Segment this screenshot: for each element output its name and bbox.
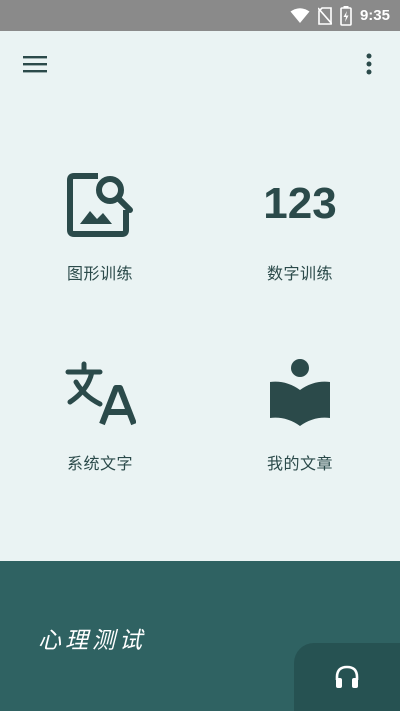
wifi-icon bbox=[290, 7, 310, 23]
headset-button[interactable] bbox=[294, 643, 400, 711]
app-bar bbox=[0, 31, 400, 99]
image-search-icon bbox=[67, 173, 133, 237]
tile-graphic-training[interactable]: 图形训练 bbox=[0, 168, 200, 338]
tile-label: 图形训练 bbox=[66, 264, 133, 283]
tile-my-articles[interactable]: 我的文章 bbox=[200, 358, 400, 528]
status-icons: 9:35 bbox=[290, 0, 390, 31]
translate-icon bbox=[65, 361, 136, 426]
psychological-test-title[interactable]: 心理测试 bbox=[38, 621, 146, 655]
status-time: 9:35 bbox=[359, 7, 390, 24]
bottom-panel: 心理测试 bbox=[0, 561, 400, 711]
more-vert-icon bbox=[366, 53, 372, 75]
status-bar: 9:35 bbox=[0, 0, 400, 31]
tile-label: 我的文章 bbox=[266, 454, 333, 473]
menu-button[interactable] bbox=[14, 43, 56, 85]
tile-system-text[interactable]: 系统文字 bbox=[0, 358, 200, 528]
tile-label: 系统文字 bbox=[66, 454, 133, 473]
numbers-123-icon: 123 bbox=[263, 179, 336, 228]
headset-icon bbox=[335, 665, 359, 688]
reading-person-icon bbox=[270, 359, 330, 426]
more-options-button[interactable] bbox=[348, 43, 390, 85]
no-sim-icon bbox=[317, 6, 332, 25]
tile-label: 数字训练 bbox=[266, 264, 333, 283]
battery-charging-icon bbox=[340, 5, 352, 26]
hamburger-menu-icon bbox=[23, 56, 47, 73]
tile-number-training[interactable]: 123 数字训练 bbox=[200, 168, 400, 338]
svg-text:123: 123 bbox=[263, 179, 336, 228]
